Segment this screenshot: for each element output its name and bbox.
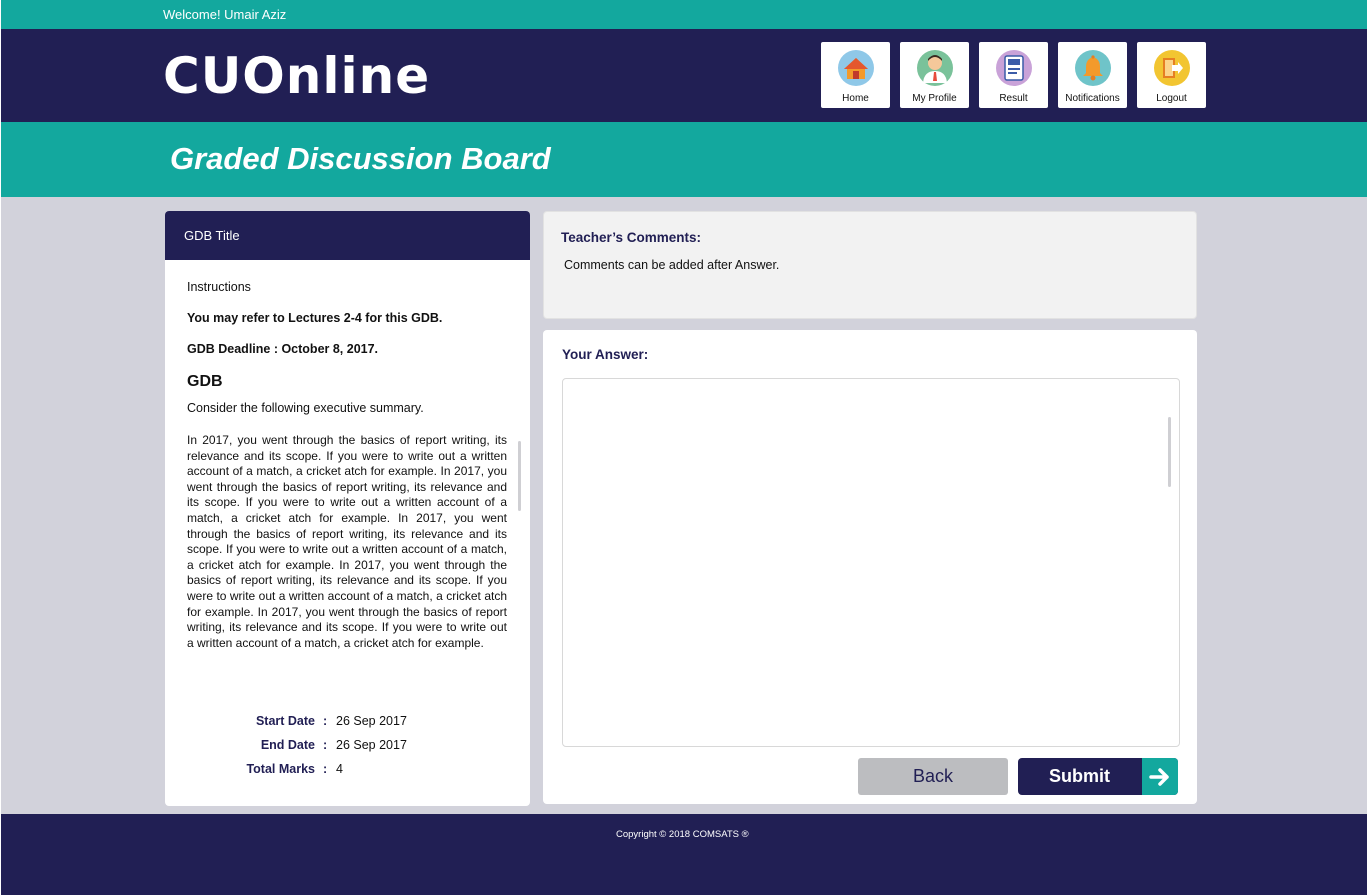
bell-icon (1074, 50, 1111, 86)
total-marks-value: 4 (336, 762, 343, 776)
end-date-colon: : (323, 738, 328, 752)
start-date-value: 26 Sep 2017 (336, 714, 407, 728)
submit-button[interactable]: Submit (1018, 758, 1178, 795)
welcome-text: Welcome! Umair Aziz (163, 7, 287, 22)
start-date-colon: : (323, 714, 328, 728)
total-marks-colon: : (323, 762, 328, 776)
executive-summary: In 2017, you went through the basics of … (187, 433, 507, 650)
answer-textarea[interactable] (562, 378, 1180, 747)
teacher-comments-title: Teacher’s Comments: (561, 230, 702, 245)
nav-result-button[interactable]: Result (979, 42, 1048, 108)
start-date-label: Start Date (255, 714, 315, 728)
title-band: Graded Discussion Board (1, 122, 1367, 197)
nav-home-label: Home (842, 93, 869, 104)
logo[interactable]: CUOnline (163, 49, 430, 103)
nav-profile-label: My Profile (912, 93, 957, 104)
consider-text: Consider the following executive summary… (187, 401, 424, 415)
page-title: Graded Discussion Board (170, 141, 551, 176)
answer-title: Your Answer: (562, 347, 649, 362)
gdb-title-header: GDB Title (165, 211, 530, 260)
nav-logout-button[interactable]: Logout (1137, 42, 1206, 108)
nav-notifications-label: Notifications (1065, 93, 1120, 104)
nav-notifications-button[interactable]: Notifications (1058, 42, 1127, 108)
result-icon (995, 50, 1032, 86)
gdb-heading: GDB (187, 373, 223, 390)
nav-result-label: Result (999, 93, 1028, 104)
gdb-deadline: GDB Deadline : October 8, 2017. (187, 342, 379, 356)
end-date-row: End Date : 26 Sep 2017 (165, 738, 530, 762)
nav-home-button[interactable]: Home (821, 42, 890, 108)
summary-scrollbar[interactable] (518, 441, 521, 511)
top-nav: Home My Profile Result Notifications Log… (821, 42, 1206, 108)
back-button[interactable]: Back (858, 758, 1008, 795)
instructions-label: Instructions (187, 280, 251, 294)
nav-profile-button[interactable]: My Profile (900, 42, 969, 108)
gdb-meta: Start Date : 26 Sep 2017 End Date : 26 S… (165, 714, 530, 786)
answer-panel: Your Answer: Back Submit (543, 330, 1197, 804)
start-date-row: Start Date : 26 Sep 2017 (165, 714, 530, 738)
gdb-body: Instructions You may refer to Lectures 2… (165, 260, 530, 673)
profile-icon (916, 50, 953, 86)
logout-icon (1153, 50, 1190, 86)
refer-note: You may refer to Lectures 2-4 for this G… (187, 311, 443, 325)
header: CUOnline Home My Profile Result Notifica… (1, 29, 1367, 122)
welcome-bar: Welcome! Umair Aziz (1, 0, 1367, 29)
answer-scrollbar[interactable] (1168, 417, 1171, 487)
teacher-comments-text: Comments can be added after Answer. (564, 258, 780, 272)
copyright-text: Copyright © 2018 COMSATS ® (616, 829, 749, 840)
home-icon (837, 50, 874, 86)
submit-label: Submit (1049, 766, 1110, 786)
nav-logout-label: Logout (1156, 93, 1187, 104)
end-date-value: 26 Sep 2017 (336, 738, 407, 752)
arrow-right-icon (1142, 758, 1178, 795)
teacher-comments-panel: Teacher’s Comments: Comments can be adde… (543, 211, 1197, 319)
total-marks-label: Total Marks (246, 762, 315, 776)
end-date-label: End Date (260, 738, 315, 752)
footer: Copyright © 2018 COMSATS ® (1, 814, 1367, 895)
total-marks-row: Total Marks : 4 (165, 762, 530, 786)
